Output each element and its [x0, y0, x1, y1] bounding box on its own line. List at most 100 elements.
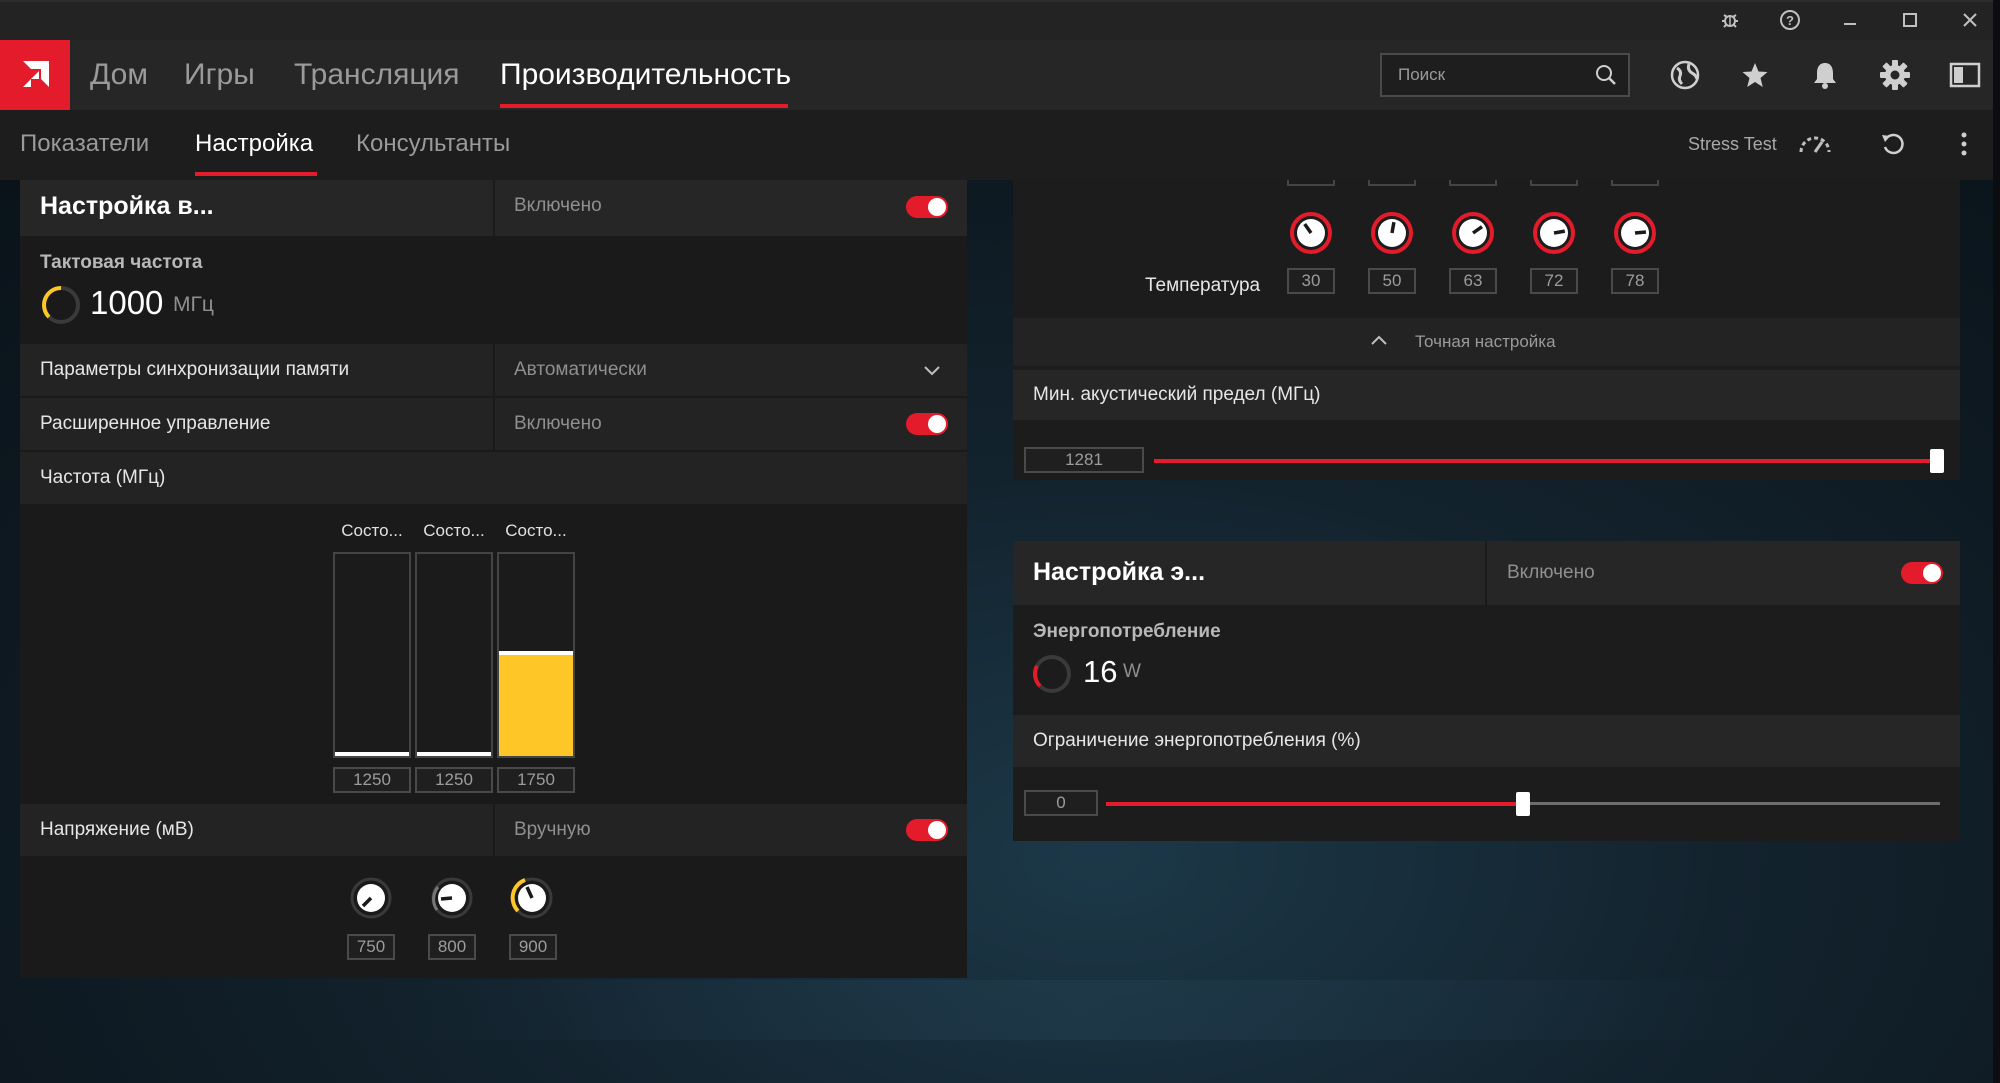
voltage-value-input[interactable]: 750	[347, 934, 395, 960]
slider-fill	[1154, 459, 1930, 463]
power-value: 16	[1083, 654, 1118, 689]
gear-icon[interactable]	[1876, 56, 1914, 94]
temperature-label: Температура	[1145, 275, 1261, 296]
clock-value: 1000	[90, 284, 164, 321]
voltage-value-input[interactable]: 800	[428, 934, 476, 960]
voltage-knob[interactable]	[429, 875, 475, 921]
temperature-input[interactable]: 78	[1611, 268, 1659, 294]
clock-unit: МГц	[173, 293, 214, 316]
window-edge	[1993, 0, 2000, 1083]
state-value-input[interactable]: 1750	[497, 767, 575, 793]
voltage-label: Напряжение (мВ)	[40, 819, 194, 840]
help-icon[interactable]: ?	[1776, 6, 1804, 34]
nav-tab-performance[interactable]: Производительность	[500, 54, 791, 96]
memory-timing-label: Параметры синхронизации памяти	[40, 359, 350, 380]
power-tuning-status: Включено	[1507, 562, 1595, 583]
power-tuning-title: Настройка э...	[1033, 558, 1206, 586]
maximize-icon[interactable]	[1896, 6, 1924, 34]
voltage-row: Напряжение (мВ) Вручную	[20, 804, 967, 856]
search-input[interactable]	[1382, 55, 1582, 95]
sidebar-toggle-icon[interactable]	[1946, 56, 1984, 94]
temperature-input[interactable]: 50	[1368, 268, 1416, 294]
reset-icon[interactable]	[1880, 131, 1906, 162]
gpu-tuning-status: Включено	[514, 195, 602, 216]
frequency-label: Частота (МГц)	[40, 467, 166, 488]
temperature-knob[interactable]	[1531, 210, 1577, 256]
acoustic-limit-input[interactable]: 1281	[1024, 447, 1144, 473]
temperature-input[interactable]: 63	[1449, 268, 1497, 294]
advanced-control-status: Включено	[514, 413, 602, 434]
nav-tab-games[interactable]: Игры	[184, 54, 255, 96]
voltage-value-input[interactable]: 900	[509, 934, 557, 960]
temperature-input[interactable]: 72	[1530, 268, 1578, 294]
temperature-knob[interactable]	[1612, 210, 1658, 256]
bell-icon[interactable]	[1806, 56, 1844, 94]
memory-timing-row: Параметры синхронизации памяти Автоматич…	[20, 344, 967, 396]
frequency-state-slider[interactable]	[333, 552, 411, 758]
chevron-down-icon[interactable]	[922, 360, 942, 385]
clock-gauge-icon	[40, 284, 82, 331]
globe-icon[interactable]	[1666, 56, 1704, 94]
minimize-icon[interactable]	[1836, 6, 1864, 34]
sub-tab-tuning[interactable]: Настройка	[195, 130, 313, 158]
clock-label: Тактовая частота	[40, 252, 203, 273]
power-label: Энергопотребление	[1033, 621, 1221, 642]
slider-track	[1530, 802, 1940, 805]
voltage-mode: Вручную	[514, 819, 591, 840]
memory-timing-select[interactable]: Автоматически	[514, 359, 647, 381]
power-tuning-toggle[interactable]	[1901, 562, 1943, 584]
search-icon[interactable]	[1594, 63, 1618, 92]
voltage-knob[interactable]	[348, 875, 394, 921]
temperature-knob[interactable]	[1450, 210, 1496, 256]
acoustic-limit-row: Мин. акустический предел (МГц)	[1013, 370, 1960, 420]
nav-tab-home[interactable]: Дом	[90, 54, 148, 96]
gpu-tuning-panel: Настройка в... Включено Тактовая частота…	[20, 180, 967, 978]
frequency-state-slider[interactable]	[415, 552, 493, 758]
temperature-knob[interactable]	[1288, 210, 1334, 256]
advanced-control-row: Расширенное управление Включено	[20, 398, 967, 450]
state-handle[interactable]	[335, 752, 409, 756]
advanced-control-label: Расширенное управление	[40, 413, 271, 434]
acoustic-limit-slider[interactable]	[1154, 448, 1944, 474]
search-box[interactable]	[1380, 53, 1630, 97]
advanced-control-toggle[interactable]	[906, 413, 948, 435]
gpu-tuning-toggle[interactable]	[906, 196, 948, 218]
gauge-icon[interactable]	[1798, 132, 1832, 161]
sub-tab-metrics[interactable]: Показатели	[20, 130, 149, 158]
star-icon[interactable]	[1736, 56, 1774, 94]
sub-tab-active-indicator	[195, 172, 317, 176]
power-limit-input[interactable]: 0	[1024, 790, 1098, 816]
sub-tab-advisors[interactable]: Консультанты	[356, 130, 510, 158]
power-limit-row: Ограничение энергопотребления (%)	[1013, 715, 1960, 767]
slider-thumb[interactable]	[1930, 449, 1944, 473]
frequency-state-slider[interactable]	[497, 552, 575, 758]
temperature-input[interactable]: 30	[1287, 268, 1335, 294]
power-limit-label: Ограничение энергопотребления (%)	[1033, 730, 1361, 751]
state-handle[interactable]	[499, 651, 573, 655]
stress-test-label[interactable]: Stress Test	[1688, 134, 1777, 155]
fine-tuning-label[interactable]: Точная настройка	[1415, 332, 1556, 352]
fine-tuning-row[interactable]: Точная настройка	[1013, 318, 1960, 366]
state-value-input[interactable]: 1250	[333, 767, 411, 793]
slider-thumb[interactable]	[1516, 792, 1530, 816]
main-nav: Дом Игры Трансляция Производительность	[0, 40, 2000, 110]
power-limit-slider[interactable]	[1106, 791, 1940, 817]
state-title: Состо...	[341, 521, 403, 540]
voltage-toggle[interactable]	[906, 819, 948, 841]
state-value-input[interactable]: 1250	[415, 767, 493, 793]
state-handle[interactable]	[417, 752, 491, 756]
more-options-icon[interactable]	[1956, 130, 1972, 163]
amd-logo[interactable]	[0, 40, 70, 110]
frequency-row: Частота (МГц)	[20, 452, 967, 504]
bug-icon[interactable]	[1716, 6, 1744, 34]
svg-text:?: ?	[1786, 13, 1794, 28]
chevron-up-icon[interactable]	[1369, 332, 1389, 353]
voltage-knob[interactable]	[509, 875, 555, 921]
state-title: Состо...	[505, 521, 567, 540]
state-title: Состо...	[423, 521, 485, 540]
temperature-knob[interactable]	[1369, 210, 1415, 256]
nav-tab-streaming[interactable]: Трансляция	[294, 54, 460, 96]
close-icon[interactable]	[1956, 6, 1984, 34]
power-gauge-icon	[1031, 653, 1073, 700]
acoustic-limit-label: Мин. акустический предел (МГц)	[1033, 384, 1321, 405]
